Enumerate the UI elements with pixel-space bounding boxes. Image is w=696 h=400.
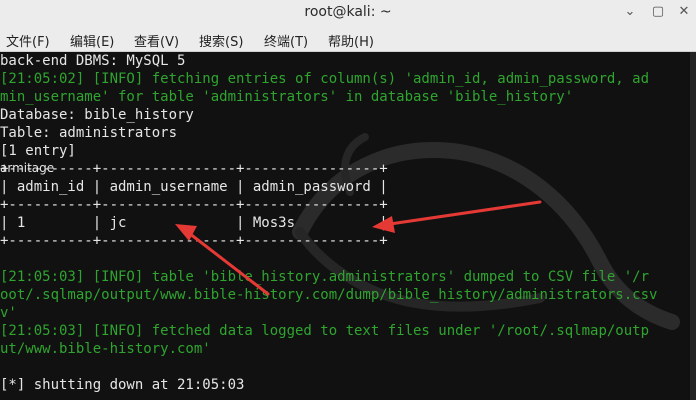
menu-view[interactable]: 查看(V) xyxy=(134,31,179,50)
maximize-button[interactable]: ▢ xyxy=(650,4,666,20)
menu-file[interactable]: 文件(F) xyxy=(6,31,50,50)
terminal-output[interactable]: back-end DBMS: MySQL 5 [21:05:02] [INFO]… xyxy=(0,52,696,400)
close-button[interactable]: ✕ xyxy=(676,4,692,20)
terminal-scrollbar[interactable] xyxy=(690,52,696,400)
annotation-arrows xyxy=(175,200,542,296)
menu-search[interactable]: 搜索(S) xyxy=(199,31,243,50)
menu-help[interactable]: 帮助(H) xyxy=(328,31,374,50)
window-title: root@kali: ~ xyxy=(304,4,392,20)
title-bar: root@kali: ~ ⌄ ▢ ✕ xyxy=(0,0,696,26)
menu-terminal[interactable]: 终端(T) xyxy=(264,31,308,50)
menu-bar: 文件(F) 编辑(E) 查看(V) 搜索(S) 终端(T) 帮助(H) xyxy=(0,26,696,52)
minimize-button[interactable]: ⌄ xyxy=(622,4,638,20)
menu-edit[interactable]: 编辑(E) xyxy=(70,31,114,50)
